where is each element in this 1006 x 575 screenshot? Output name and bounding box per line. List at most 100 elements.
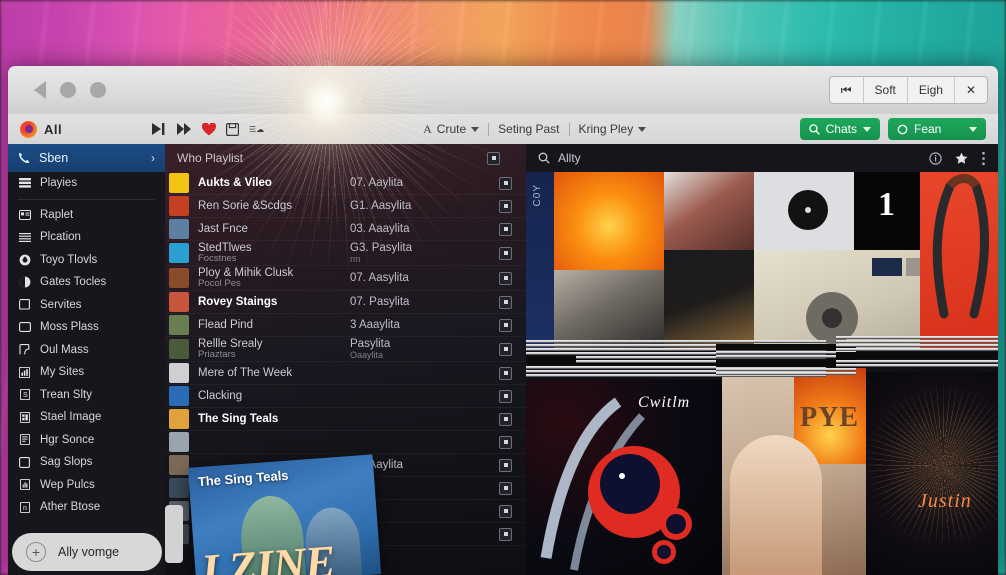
menu-kring-pley[interactable]: Kring Pley xyxy=(570,122,656,136)
tile-red-cable[interactable]: KONIOUFE xyxy=(920,172,998,350)
tile-orange-glow[interactable] xyxy=(554,172,664,270)
rewind-icon[interactable]: ⏮ xyxy=(830,77,864,103)
list-row[interactable]: Flead Pind 3 Aaaylita xyxy=(165,314,526,337)
info-icon[interactable] xyxy=(929,151,942,165)
list-row[interactable]: The Sing Teals xyxy=(165,408,526,431)
row-checkbox[interactable] xyxy=(499,246,512,260)
list-header-checkbox[interactable] xyxy=(487,151,500,165)
floating-album-card[interactable]: The Sing Teals I ZINE xyxy=(187,454,382,575)
save-icon[interactable] xyxy=(226,122,240,136)
menu-seting-past[interactable]: Seting Past xyxy=(489,122,568,136)
tile-blue-spine[interactable]: C0Y xyxy=(526,172,554,350)
sidebar-item-moss-plass[interactable]: Moss Plass xyxy=(8,316,165,339)
tile-radio-beige[interactable] xyxy=(754,250,920,350)
sidebar-item-sag-slops[interactable]: Sag Slops xyxy=(8,451,165,474)
list-row[interactable]: Rovey Staings 07. Pasylita xyxy=(165,291,526,314)
row-checkbox[interactable] xyxy=(499,366,512,380)
row-checkbox[interactable] xyxy=(499,481,512,495)
list-row[interactable]: Clacking xyxy=(165,385,526,408)
portrait-graphic xyxy=(730,435,822,575)
row-meta: 07. Aaylita xyxy=(350,177,404,189)
font-a-icon: A xyxy=(423,121,432,136)
row-checkbox[interactable] xyxy=(499,527,512,541)
tile-eye-red[interactable]: Cwitlm xyxy=(526,380,722,575)
tile-happy-new[interactable]: PYE xyxy=(722,368,866,575)
fast-forward-icon[interactable] xyxy=(177,123,192,135)
row-checkbox[interactable] xyxy=(499,504,512,518)
doc-note-icon xyxy=(18,433,31,446)
sidebar-account[interactable]: Sben › xyxy=(8,144,165,172)
row-checkbox[interactable] xyxy=(499,271,512,285)
fean-button[interactable]: Fean xyxy=(888,118,986,140)
row-checkbox[interactable] xyxy=(499,389,512,403)
list-row[interactable]: StedTlwes Focstnes G3. Pasylita rm xyxy=(165,241,526,266)
shuffle-icon[interactable]: ☰☁ xyxy=(249,123,266,135)
kebab-menu-icon[interactable] xyxy=(981,151,986,166)
sidebar-item-trean-slty[interactable]: S Trean Slty xyxy=(8,384,165,407)
play-next-icon[interactable] xyxy=(152,123,167,135)
back-triangle-icon[interactable] xyxy=(34,81,46,99)
chevron-down-icon xyxy=(638,126,647,132)
list-row[interactable]: Jast Fnсe 03. Aaaylita xyxy=(165,218,526,241)
sidebar-item-oul-mass[interactable]: Oul Mass xyxy=(8,339,165,362)
sidebar-item-plcation[interactable]: Plcation xyxy=(8,226,165,249)
menu-crute-label: Crute xyxy=(436,122,467,136)
row-subtitle: Pocol Pes xyxy=(198,278,241,290)
tile-vinyl-white[interactable] xyxy=(754,172,854,250)
row-meta: Pasylita Oaaylita xyxy=(350,338,499,360)
scroll-handle[interactable] xyxy=(165,505,183,563)
tile-man-dark[interactable] xyxy=(554,270,664,350)
window-dot-2[interactable] xyxy=(90,82,106,98)
list-row[interactable]: Aukts & Vileo 07. Aaylita xyxy=(165,172,526,195)
row-thumbnail xyxy=(169,196,189,216)
eigh-button[interactable]: Eigh xyxy=(908,77,955,103)
row-checkbox[interactable] xyxy=(499,458,512,472)
soft-button[interactable]: Soft xyxy=(864,77,908,103)
tile-man-arm[interactable] xyxy=(664,172,754,250)
sidebar-item-toyo-tlovls[interactable]: Toyo Tlovls xyxy=(8,249,165,272)
sidebar-item-hgr-sonce[interactable]: Hgr Sonce xyxy=(8,429,165,452)
sidebar-item-ather-btose[interactable]: n Ather Btose xyxy=(8,496,165,519)
list-row[interactable] xyxy=(165,431,526,454)
tile-sax-dark[interactable] xyxy=(664,250,754,350)
grid-search-bar[interactable]: Allty xyxy=(526,144,998,172)
list-row[interactable]: Mere of The Week xyxy=(165,362,526,385)
sidebar-item-wep-pulcs[interactable]: Wep Pulcs xyxy=(8,474,165,497)
row-checkbox[interactable] xyxy=(499,342,512,356)
tile-label: Cwitlm xyxy=(638,394,691,411)
window-dot-1[interactable] xyxy=(60,82,76,98)
sidebar-item-servites[interactable]: Servites xyxy=(8,294,165,317)
sidebar-item-my-sites[interactable]: My Sites xyxy=(8,361,165,384)
row-subtitle: Focstnes xyxy=(198,253,237,265)
close-icon[interactable]: ✕ xyxy=(955,77,987,103)
row-thumbnail xyxy=(169,409,189,429)
list-row[interactable]: Ploy & Mihik Clusk Pocol Pes 07. Aasylita xyxy=(165,266,526,291)
row-checkbox[interactable] xyxy=(499,222,512,236)
tile-number-one[interactable]: 1 xyxy=(854,172,920,250)
row-checkbox[interactable] xyxy=(499,199,512,213)
tile-fireworks[interactable]: Justin xyxy=(866,372,998,575)
sidebar-item-raplet[interactable]: Raplet xyxy=(8,204,165,227)
row-checkbox[interactable] xyxy=(499,295,512,309)
list-row[interactable]: Ren Sorie &Scdgs G1. Aasylita xyxy=(165,195,526,218)
chats-button[interactable]: Chats xyxy=(799,118,880,140)
menu-crute[interactable]: A Crute xyxy=(414,122,488,137)
sidebar-item-stael-image[interactable]: Stael Image xyxy=(8,406,165,429)
add-button[interactable]: + Ally vomge xyxy=(12,533,162,571)
toolbar-menus: A Crute Seting Past Kring Pley xyxy=(414,122,655,137)
row-thumbnail xyxy=(169,315,189,335)
grid-search-input[interactable]: Allty xyxy=(558,151,581,165)
list-row[interactable]: Rellle Srealy Priaztars Pasylita Oaaylita xyxy=(165,337,526,362)
sidebar-item-playies[interactable]: Playies xyxy=(8,172,165,195)
row-title: Rellle Srealy Priaztars xyxy=(198,338,350,360)
row-subtitle: Priaztars xyxy=(198,349,236,361)
row-title: Aukts & Vileo xyxy=(198,176,272,189)
heart-icon[interactable] xyxy=(202,122,217,136)
row-checkbox[interactable] xyxy=(499,176,512,190)
row-checkbox[interactable] xyxy=(499,435,512,449)
star-icon[interactable] xyxy=(955,152,968,165)
row-checkbox[interactable] xyxy=(499,412,512,426)
sidebar-item-gates-tocles[interactable]: Gates Tocles xyxy=(8,271,165,294)
row-checkbox[interactable] xyxy=(499,318,512,332)
brand: All xyxy=(20,120,62,138)
